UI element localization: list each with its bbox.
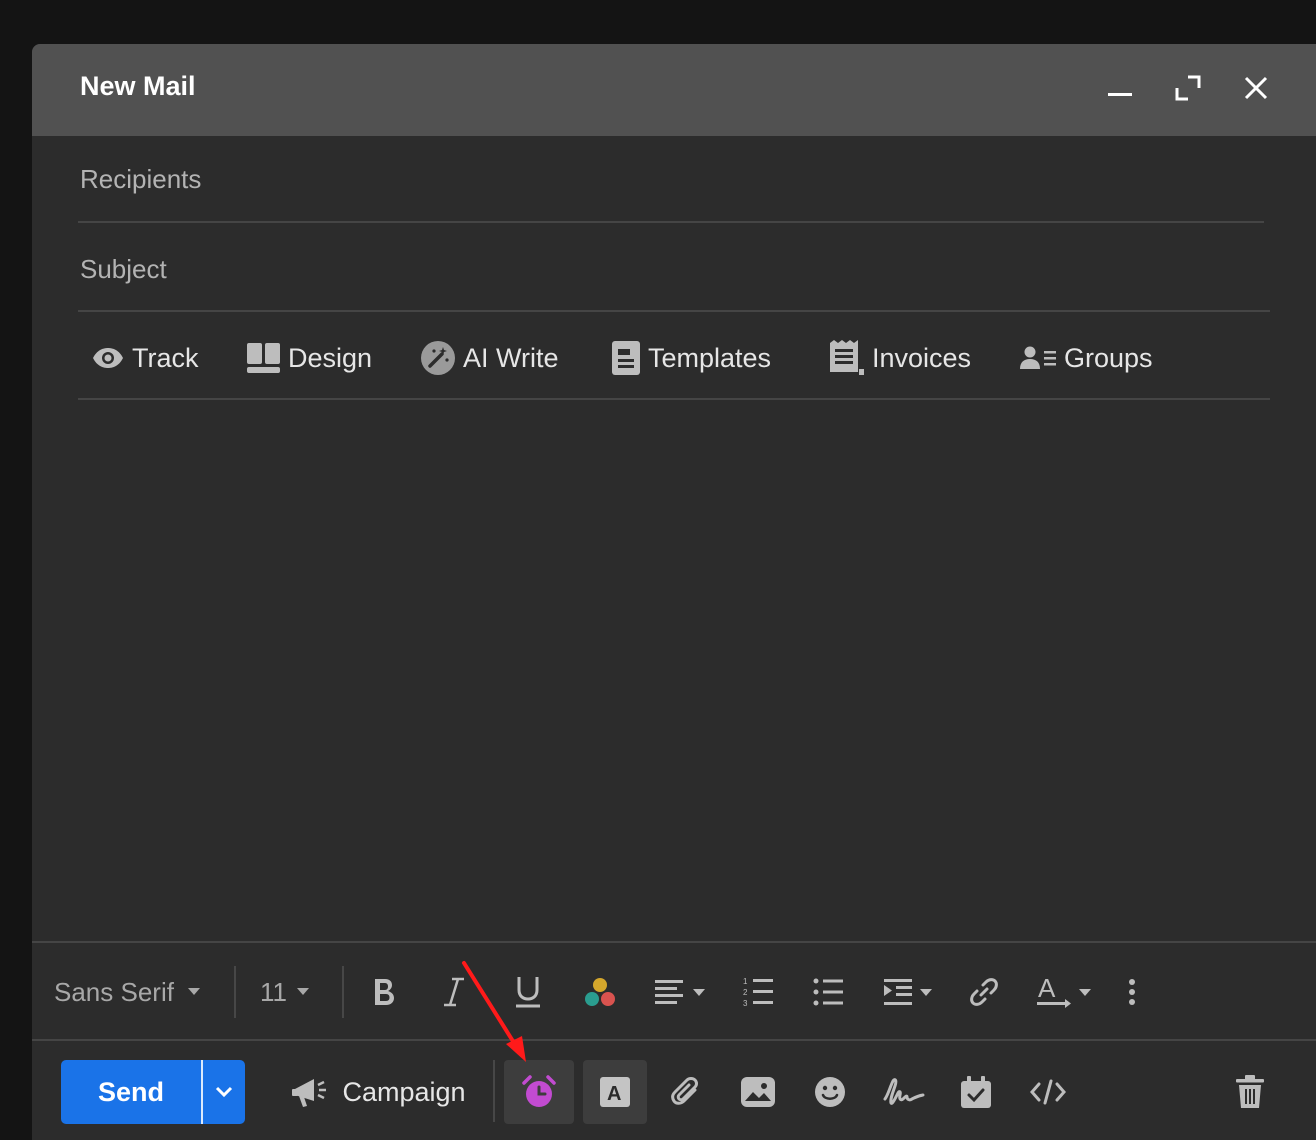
format-separator (342, 966, 344, 1018)
megaphone-icon (292, 1079, 327, 1107)
alarm-clock-icon (522, 1075, 556, 1107)
attach-file-button[interactable] (666, 1060, 706, 1124)
toolbar-divider (78, 398, 1270, 400)
font-family-value: Sans Serif (54, 976, 174, 1007)
chevron-down-icon (215, 1086, 233, 1098)
receipt-icon (830, 340, 864, 375)
insert-signature-button[interactable] (880, 1060, 928, 1124)
ai-write-button[interactable]: AI Write (421, 340, 559, 376)
text-format-icon: A (1037, 973, 1091, 1008)
indent-button[interactable] (882, 972, 936, 1012)
template-icon (612, 341, 640, 375)
send-options-button[interactable] (203, 1060, 245, 1124)
recipients-divider (78, 221, 1264, 223)
bulleted-list-icon (813, 978, 843, 1006)
action-separator (493, 1060, 495, 1122)
send-button[interactable]: Send (61, 1060, 201, 1124)
format-bar-top-border (32, 941, 1316, 943)
design-button[interactable]: Design (247, 340, 372, 376)
svg-text:3: 3 (743, 999, 748, 1008)
indent-icon (884, 979, 932, 1005)
text-color-button[interactable] (580, 972, 620, 1012)
signature-icon (883, 1078, 925, 1105)
font-size-select[interactable]: 11 (260, 972, 320, 1012)
attachment-icon (671, 1077, 698, 1105)
calendar-check-icon (961, 1076, 991, 1108)
subject-divider (78, 310, 1270, 312)
discard-draft-button[interactable] (1230, 1060, 1270, 1124)
link-button[interactable] (964, 972, 1004, 1012)
annotation-arrow (462, 961, 526, 1062)
invoices-button[interactable]: Invoices (830, 340, 971, 376)
svg-text:A: A (607, 1083, 621, 1105)
ai-write-label: AI Write (463, 342, 559, 373)
message-body[interactable] (78, 404, 1270, 934)
align-button[interactable] (654, 972, 708, 1012)
minimize-icon (1108, 93, 1132, 96)
expand-button[interactable] (1168, 68, 1208, 108)
templates-label: Templates (648, 342, 772, 373)
campaign-label: Campaign (342, 1076, 466, 1107)
chevron-down-icon (297, 988, 309, 995)
layout-icon (247, 343, 280, 373)
more-options-icon (1129, 979, 1135, 1005)
insert-image-button[interactable] (738, 1060, 778, 1124)
color-palette-icon (585, 978, 615, 1006)
track-button[interactable]: Track (92, 340, 199, 376)
svg-text:1: 1 (743, 977, 748, 986)
code-icon (1030, 1079, 1066, 1105)
schedule-send-button[interactable] (504, 1060, 574, 1124)
format-separator (234, 966, 236, 1018)
image-icon (741, 1077, 775, 1107)
svg-text:A: A (1038, 973, 1056, 1003)
group-list-icon (1020, 346, 1056, 369)
title-bar: New Mail (32, 44, 1316, 136)
close-button[interactable] (1236, 68, 1276, 108)
recipients-field[interactable]: Recipients (80, 164, 201, 195)
templates-button[interactable]: Templates (612, 340, 771, 376)
compose-dialog: New Mail Recipients Subject Track Design… (32, 44, 1316, 1140)
invoices-label: Invoices (872, 342, 972, 373)
groups-label: Groups (1064, 342, 1153, 373)
text-style-icon: A (600, 1077, 630, 1107)
design-label: Design (288, 342, 373, 373)
expand-icon (1175, 75, 1201, 101)
magic-wand-icon (421, 341, 455, 375)
send-divider (201, 1060, 203, 1124)
bulleted-list-button[interactable] (808, 972, 848, 1012)
minimize-button[interactable] (1100, 68, 1140, 108)
numbered-list-button[interactable]: 1 2 3 (738, 972, 778, 1012)
formatting-toggle-button[interactable]: A (583, 1060, 647, 1124)
more-options-button[interactable] (1114, 972, 1150, 1012)
chevron-down-icon (187, 988, 200, 995)
action-bar-top-border (32, 1039, 1316, 1041)
insert-code-button[interactable] (1026, 1060, 1070, 1124)
track-label: Track (132, 342, 199, 373)
close-icon (1244, 76, 1268, 100)
link-icon (970, 978, 998, 1006)
trash-icon (1236, 1075, 1264, 1108)
bold-button[interactable] (364, 972, 404, 1012)
emoji-icon (815, 1077, 845, 1107)
subject-field[interactable]: Subject (80, 254, 167, 285)
svg-text:2: 2 (743, 988, 748, 997)
groups-button[interactable]: Groups (1020, 340, 1153, 376)
font-size-value: 11 (260, 976, 287, 1007)
eye-icon (93, 348, 123, 368)
numbered-list-icon: 1 2 3 (743, 977, 773, 1008)
insert-emoji-button[interactable] (810, 1060, 850, 1124)
bold-icon (375, 979, 394, 1005)
campaign-button[interactable]: Campaign (284, 1060, 474, 1124)
dialog-title: New Mail (80, 71, 196, 101)
insert-event-button[interactable] (956, 1060, 996, 1124)
font-family-select[interactable]: Sans Serif (54, 972, 218, 1012)
send-button-group: Send (61, 1060, 245, 1124)
text-format-button[interactable]: A (1034, 972, 1094, 1012)
align-icon (655, 980, 705, 1004)
